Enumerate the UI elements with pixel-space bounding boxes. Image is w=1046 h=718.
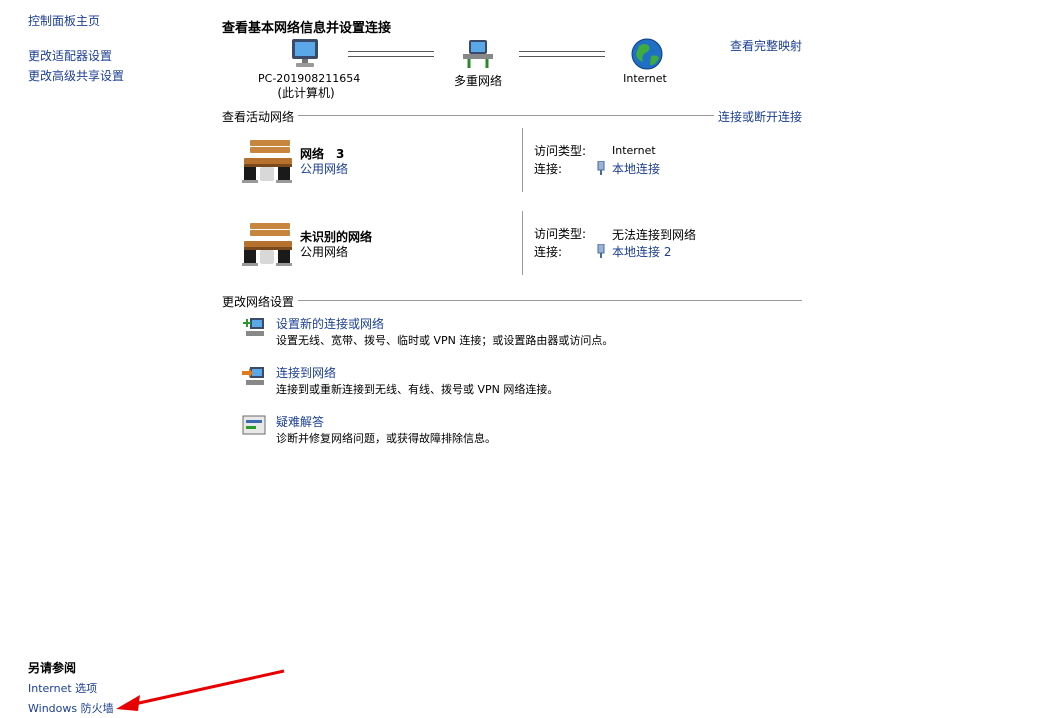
section-divider [222,300,802,301]
red-arrow-annotation [116,669,285,711]
network-type-link[interactable]: 公用网络 [300,160,348,177]
access-type-value: 无法连接到网络 [612,228,697,242]
task-description: 连接到或重新连接到无线、有线、拨号或 VPN 网络连接。 [276,383,559,396]
change-settings-section: 更改网络设置 [222,293,802,310]
task-description: 设置无线、宽带、拨号、临时或 VPN 连接；或设置路由器或访问点。 [276,334,614,347]
network-adapter-icon [597,244,605,258]
setup-new-connection-link[interactable]: 设置新的连接或网络 [276,315,384,332]
network-type-label: 公用网络 [300,245,349,259]
internet-label: Internet [623,72,667,85]
network-adapter-icon [597,161,605,175]
connection-line [519,51,605,57]
troubleshoot-icon [242,415,266,435]
connect-network-icon [242,367,264,385]
see-also-windows-firewall[interactable]: Windows 防火墙 [28,700,114,716]
connection-label: 连接: [534,162,563,176]
access-type-label: 访问类型: [534,227,587,241]
bench-icon [242,140,292,183]
globe-icon[interactable] [631,38,663,70]
new-connection-icon [243,318,264,336]
computer-icon [292,39,318,67]
active-networks-section: 查看活动网络 连接或断开连接 [222,108,802,125]
page-title: 查看基本网络信息并设置连接 [222,21,392,36]
sidebar-link-home[interactable]: 控制面板主页 [28,12,100,29]
local-connection-link[interactable]: 本地连接 [612,160,660,177]
connection-label: 连接: [534,245,563,259]
multiple-networks-label: 多重网络 [453,74,502,88]
connect-to-network-link[interactable]: 连接到网络 [276,364,336,381]
multiple-networks-icon[interactable] [461,38,495,70]
bench-icon [242,223,292,266]
active-networks-heading: 查看活动网络 [222,108,299,125]
view-full-map-link[interactable]: 查看完整映射 [730,37,802,54]
access-type-value: Internet [612,144,656,157]
computer-note: (此计算机) [277,86,335,100]
change-settings-heading: 更改网络设置 [222,293,299,310]
vertical-divider [522,128,523,192]
local-connection-2-link[interactable]: 本地连接 2 [612,243,671,260]
access-type-label: 访问类型: [534,144,587,158]
task-description: 诊断并修复网络问题，或获得故障排除信息。 [276,432,496,445]
sidebar-link-adapter-settings[interactable]: 更改适配器设置 [28,47,112,64]
sidebar-link-sharing-settings[interactable]: 更改高级共享设置 [28,67,124,84]
see-also-internet-options[interactable]: Internet 选项 [28,680,97,696]
troubleshoot-link[interactable]: 疑难解答 [276,413,324,430]
connect-disconnect-link[interactable]: 连接或断开连接 [713,108,802,125]
connection-line [348,51,434,57]
vertical-divider [522,211,523,275]
see-also-heading: 另请参阅 [28,661,77,675]
